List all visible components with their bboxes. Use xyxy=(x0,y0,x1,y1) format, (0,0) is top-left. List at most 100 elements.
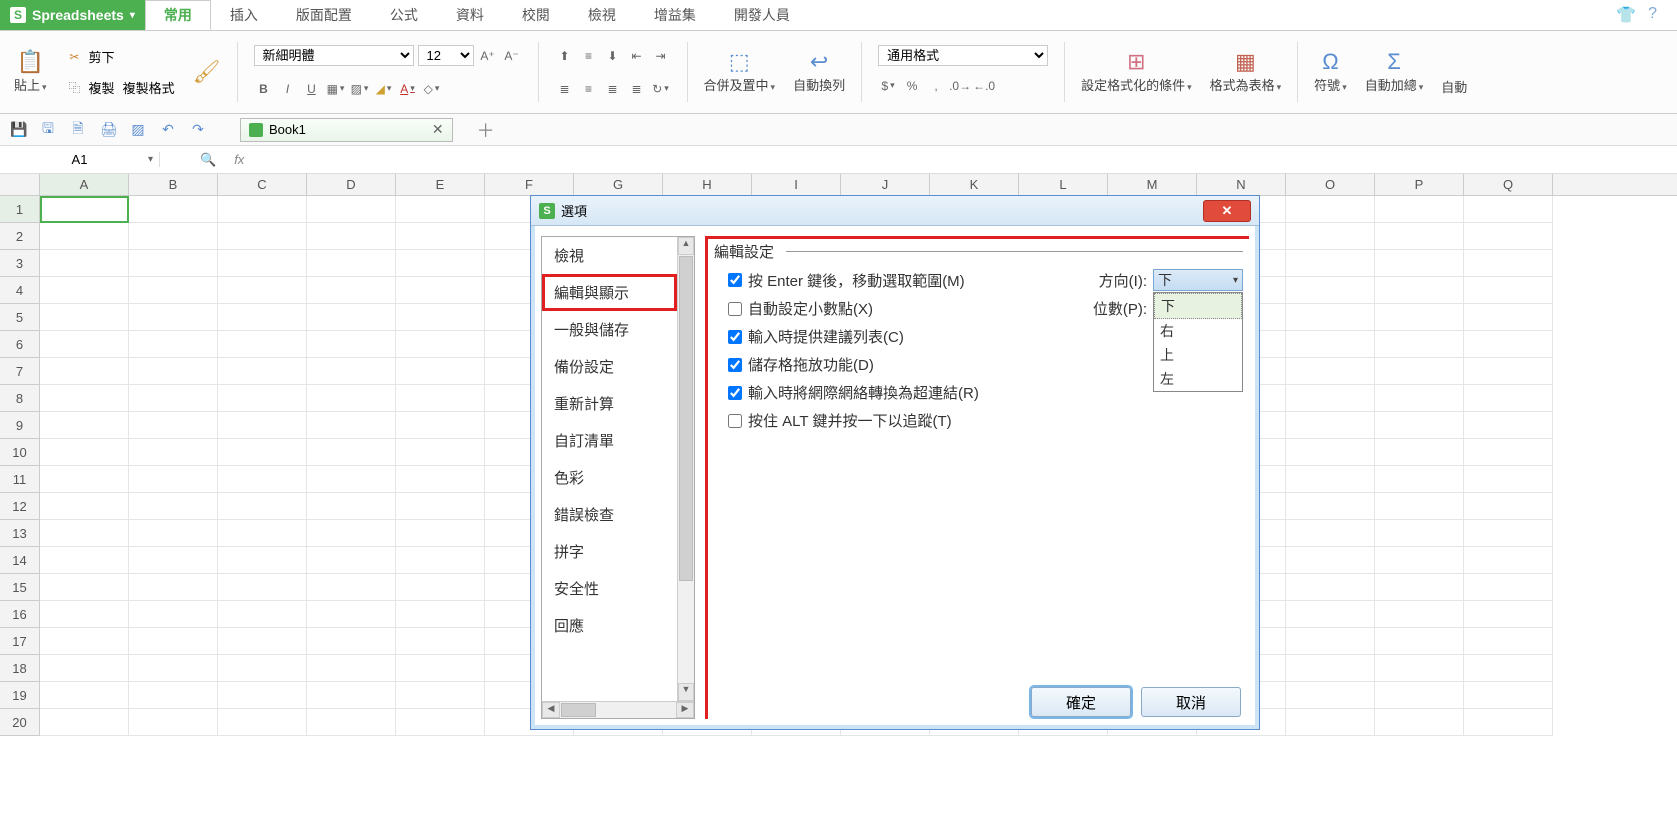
cell[interactable] xyxy=(1286,250,1375,277)
row-header[interactable]: 11 xyxy=(0,466,40,493)
cell[interactable] xyxy=(218,358,307,385)
increase-decimal-icon[interactable]: .0→ xyxy=(950,76,970,96)
column-header[interactable]: N xyxy=(1197,174,1286,195)
cell[interactable] xyxy=(218,250,307,277)
cell[interactable] xyxy=(1375,250,1464,277)
direction-option[interactable]: 左 xyxy=(1154,367,1242,391)
scroll-right-icon[interactable]: ▶ xyxy=(676,702,694,718)
column-header[interactable]: Q xyxy=(1464,174,1553,195)
cell[interactable] xyxy=(396,466,485,493)
cell[interactable] xyxy=(396,709,485,736)
autosum-button[interactable]: 自動加總 xyxy=(1365,75,1424,94)
cell[interactable] xyxy=(129,196,218,223)
cell[interactable] xyxy=(1375,277,1464,304)
category-item[interactable]: 重新計算 xyxy=(542,385,677,422)
column-header[interactable]: P xyxy=(1375,174,1464,195)
cell[interactable] xyxy=(1464,412,1553,439)
cell[interactable] xyxy=(40,412,129,439)
cell[interactable] xyxy=(307,223,396,250)
scroll-up-icon[interactable]: ▲ xyxy=(678,237,694,255)
cell[interactable] xyxy=(396,601,485,628)
increase-font-icon[interactable]: A⁺ xyxy=(478,46,498,66)
cell[interactable] xyxy=(129,709,218,736)
menu-tab-版面配置[interactable]: 版面配置 xyxy=(277,0,371,30)
cell[interactable] xyxy=(1464,385,1553,412)
cond-format-button[interactable]: 設定格式化的條件 xyxy=(1081,75,1192,94)
cell[interactable] xyxy=(307,412,396,439)
scroll-left-icon[interactable]: ◀ xyxy=(542,702,560,718)
table-format-icon[interactable]: ▦ xyxy=(1235,51,1256,73)
row-header[interactable]: 15 xyxy=(0,574,40,601)
row-header[interactable]: 8 xyxy=(0,385,40,412)
cut-button[interactable]: ✂剪下 xyxy=(65,43,115,70)
cell[interactable] xyxy=(129,520,218,547)
column-header[interactable]: C xyxy=(218,174,307,195)
cell[interactable] xyxy=(218,493,307,520)
align-right-icon[interactable]: ≣ xyxy=(603,79,623,99)
menu-tab-插入[interactable]: 插入 xyxy=(211,0,277,30)
cell[interactable] xyxy=(40,331,129,358)
cell[interactable] xyxy=(40,601,129,628)
cell[interactable] xyxy=(1464,250,1553,277)
cell[interactable] xyxy=(307,358,396,385)
cell[interactable] xyxy=(1464,601,1553,628)
omega-icon[interactable]: Ω xyxy=(1322,51,1338,73)
cell[interactable] xyxy=(40,574,129,601)
cell[interactable] xyxy=(129,466,218,493)
name-box[interactable]: A1 ▾ xyxy=(0,152,160,167)
cell[interactable] xyxy=(1286,547,1375,574)
cell[interactable] xyxy=(40,709,129,736)
cell[interactable] xyxy=(307,520,396,547)
cell[interactable] xyxy=(1464,655,1553,682)
cell[interactable] xyxy=(307,466,396,493)
cell[interactable] xyxy=(396,304,485,331)
column-header[interactable]: H xyxy=(663,174,752,195)
new-tab-button[interactable]: ＋ xyxy=(477,117,495,143)
column-header[interactable]: E xyxy=(396,174,485,195)
select-all-corner[interactable] xyxy=(0,174,40,195)
category-item[interactable]: 回應 xyxy=(542,607,677,644)
cell[interactable] xyxy=(1286,223,1375,250)
cell[interactable] xyxy=(218,223,307,250)
cell[interactable] xyxy=(1464,304,1553,331)
cell[interactable] xyxy=(396,520,485,547)
cell[interactable] xyxy=(40,547,129,574)
auto-button[interactable]: 自動 xyxy=(1441,77,1467,96)
cell[interactable] xyxy=(396,331,485,358)
column-header[interactable]: I xyxy=(752,174,841,195)
row-header[interactable]: 14 xyxy=(0,547,40,574)
save-icon[interactable]: 💾 xyxy=(10,121,26,138)
row-header[interactable]: 6 xyxy=(0,331,40,358)
cell[interactable] xyxy=(1464,331,1553,358)
category-item[interactable]: 拼字 xyxy=(542,533,677,570)
cell[interactable] xyxy=(40,358,129,385)
cell[interactable] xyxy=(1375,466,1464,493)
table-format-button[interactable]: 格式為表格 xyxy=(1210,75,1282,94)
cell[interactable] xyxy=(218,601,307,628)
menu-tab-公式[interactable]: 公式 xyxy=(371,0,437,30)
align-top-icon[interactable]: ⬆ xyxy=(555,46,575,66)
cell[interactable] xyxy=(218,520,307,547)
comma-icon[interactable]: , xyxy=(926,76,946,96)
cell[interactable] xyxy=(218,277,307,304)
cell[interactable] xyxy=(1464,520,1553,547)
cell[interactable] xyxy=(1375,574,1464,601)
cell[interactable] xyxy=(1375,709,1464,736)
format-painter-button[interactable]: 複製格式 xyxy=(123,78,175,97)
cell[interactable] xyxy=(1464,493,1553,520)
help-icon[interactable]: ? xyxy=(1648,5,1657,25)
cell[interactable] xyxy=(129,331,218,358)
cell[interactable] xyxy=(396,250,485,277)
column-header[interactable]: G xyxy=(574,174,663,195)
cell[interactable] xyxy=(396,628,485,655)
cond-format-icon[interactable]: ⊞ xyxy=(1127,51,1145,73)
cell[interactable] xyxy=(396,412,485,439)
align-bottom-icon[interactable]: ⬇ xyxy=(603,46,623,66)
cell[interactable] xyxy=(218,439,307,466)
cell[interactable] xyxy=(218,466,307,493)
cell[interactable] xyxy=(307,493,396,520)
cell[interactable] xyxy=(129,277,218,304)
print-area-icon[interactable]: ▨ xyxy=(130,121,146,138)
cell[interactable] xyxy=(1286,331,1375,358)
document-tab[interactable]: Book1 ✕ xyxy=(240,118,453,142)
